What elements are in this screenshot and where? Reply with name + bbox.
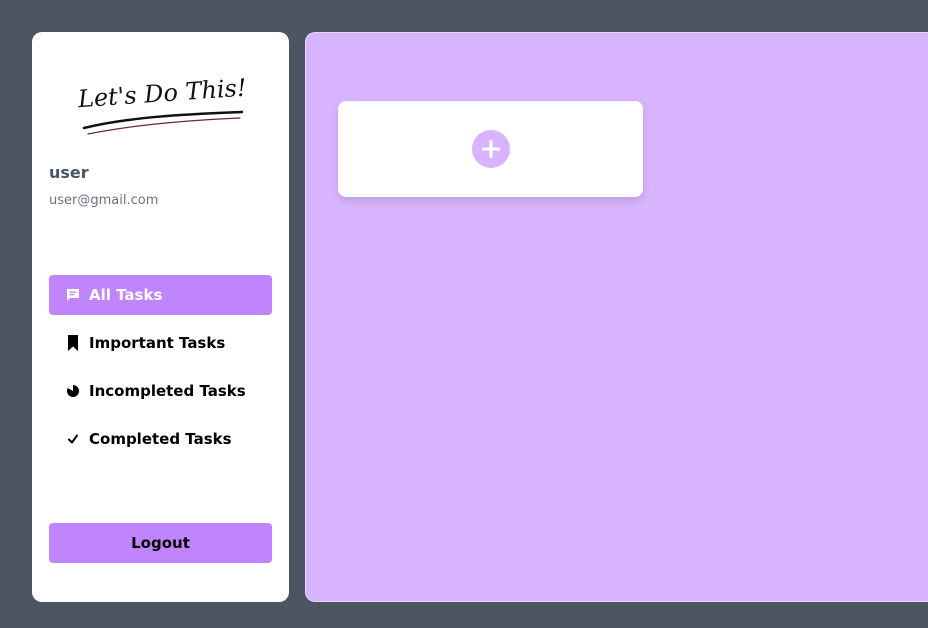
app: Let's Do This! user user@gmail.com All T… xyxy=(0,0,928,628)
nav-item-label: Important Tasks xyxy=(89,334,226,352)
nav-item-completed-tasks[interactable]: Completed Tasks xyxy=(49,419,272,459)
nav-item-label: All Tasks xyxy=(89,286,163,304)
nav-item-label: Completed Tasks xyxy=(89,430,232,448)
check-icon xyxy=(65,431,81,447)
nav-item-label: Incompleted Tasks xyxy=(89,382,246,400)
list-icon xyxy=(65,287,81,303)
logo: Let's Do This! xyxy=(76,74,246,135)
logout-button[interactable]: Logout xyxy=(49,523,272,563)
plus-icon[interactable] xyxy=(471,130,510,168)
logo-text: Let's Do This! xyxy=(76,74,246,114)
user-name: user xyxy=(49,163,89,182)
bookmark-icon xyxy=(65,335,81,351)
nav-item-important-tasks[interactable]: Important Tasks xyxy=(49,323,272,363)
pie-icon xyxy=(65,383,81,399)
add-task-card[interactable] xyxy=(338,101,643,197)
nav-item-all-tasks[interactable]: All Tasks xyxy=(49,275,272,315)
nav-item-incompleted-tasks[interactable]: Incompleted Tasks xyxy=(49,371,272,411)
user-email: user@gmail.com xyxy=(49,193,159,208)
